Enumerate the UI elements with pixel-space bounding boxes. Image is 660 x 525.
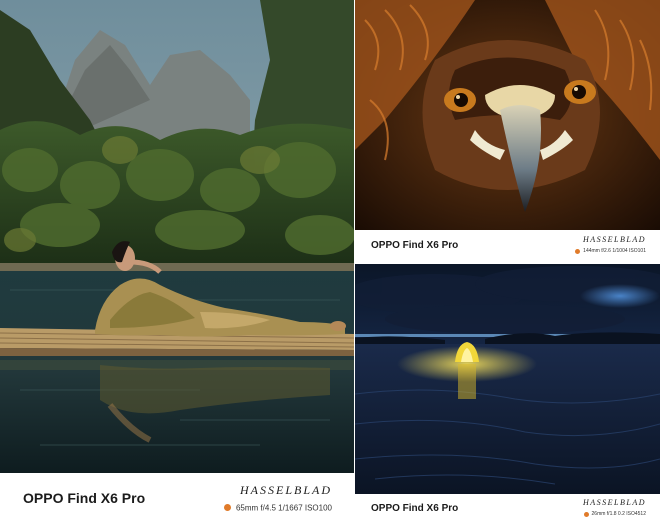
eagle-closeup-image: [355, 0, 660, 230]
exif-text: 26mm f/1.8 0.2 ISO4512: [591, 511, 646, 517]
device-name: OPPO Find X6 Pro: [371, 240, 459, 251]
exif-info: 65mm f/4.5 1/1667 ISO100: [223, 503, 332, 513]
hasselblad-dot-icon: [223, 504, 231, 512]
hasselblad-dot-icon: [583, 511, 589, 517]
hasselblad-dot-icon: [575, 248, 581, 254]
hasselblad-wordmark: HASSELBLAD: [583, 235, 646, 244]
hasselblad-wordmark: HASSELBLAD: [240, 483, 332, 497]
photo-night-tent: [355, 264, 660, 494]
photo-eagle-closeup: [355, 0, 660, 230]
river-portrait-image: [0, 0, 354, 473]
device-name: OPPO Find X6 Pro: [23, 490, 146, 506]
exif-info: 144mm f/2.6 1/1004 ISO101: [575, 248, 646, 254]
exif-text: 65mm f/4.5 1/1667 ISO100: [235, 503, 332, 513]
caption-eagle-closeup: OPPO Find X6 Pro HASSELBLAD 144mm f/2.6 …: [355, 230, 660, 263]
caption-night-tent: OPPO Find X6 Pro HASSELBLAD 26mm f/1.8 0…: [355, 494, 660, 525]
photo-river-portrait: [0, 0, 354, 473]
night-tent-image: [355, 264, 660, 494]
exif-text: 144mm f/2.6 1/1004 ISO101: [583, 248, 646, 254]
exif-info: 26mm f/1.8 0.2 ISO4512: [583, 511, 646, 517]
device-name: OPPO Find X6 Pro: [371, 503, 459, 514]
caption-river-portrait: OPPO Find X6 Pro HASSELBLAD 65mm f/4.5 1…: [0, 473, 354, 525]
hasselblad-wordmark: HASSELBLAD: [583, 498, 646, 507]
